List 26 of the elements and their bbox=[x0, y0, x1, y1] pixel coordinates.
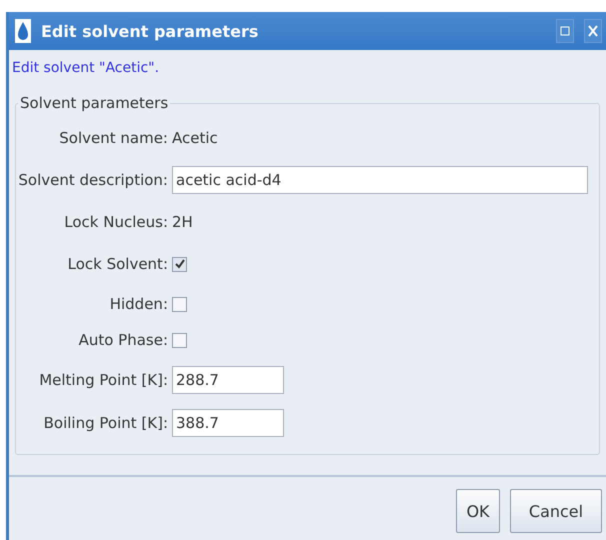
field-label: Lock Nucleus: bbox=[64, 213, 168, 231]
field-label: Solvent description: bbox=[18, 171, 168, 189]
close-button[interactable] bbox=[584, 19, 602, 43]
checkbox[interactable] bbox=[172, 256, 187, 272]
input-field[interactable]: 388.7 bbox=[172, 408, 284, 436]
input-field[interactable]: 288.7 bbox=[172, 366, 284, 394]
field-label: Auto Phase: bbox=[78, 331, 168, 349]
checkbox[interactable] bbox=[172, 332, 187, 348]
field-value: Acetic bbox=[172, 129, 218, 147]
close-icon bbox=[588, 25, 598, 37]
field-label: Hidden: bbox=[110, 295, 168, 313]
field-value: 2H bbox=[172, 213, 193, 231]
field-label: Solvent name: bbox=[59, 129, 168, 147]
input-field[interactable]: acetic acid-d4 bbox=[172, 166, 588, 194]
group-title: Solvent parameters bbox=[19, 94, 170, 112]
maximize-icon bbox=[560, 26, 570, 36]
message-text: Edit solvent "Acetic". bbox=[12, 60, 160, 76]
checkbox[interactable] bbox=[172, 296, 187, 312]
window-title: Edit solvent parameters bbox=[41, 22, 260, 40]
field-label: Boiling Point [K]: bbox=[44, 414, 168, 432]
cancel-button[interactable]: Cancel bbox=[510, 489, 602, 533]
field-label: Melting Point [K]: bbox=[39, 370, 168, 388]
ok-button[interactable]: OK bbox=[456, 489, 500, 533]
maximize-button[interactable] bbox=[556, 19, 574, 43]
droplet-icon bbox=[15, 19, 31, 43]
field-label: Lock Solvent: bbox=[68, 255, 168, 273]
